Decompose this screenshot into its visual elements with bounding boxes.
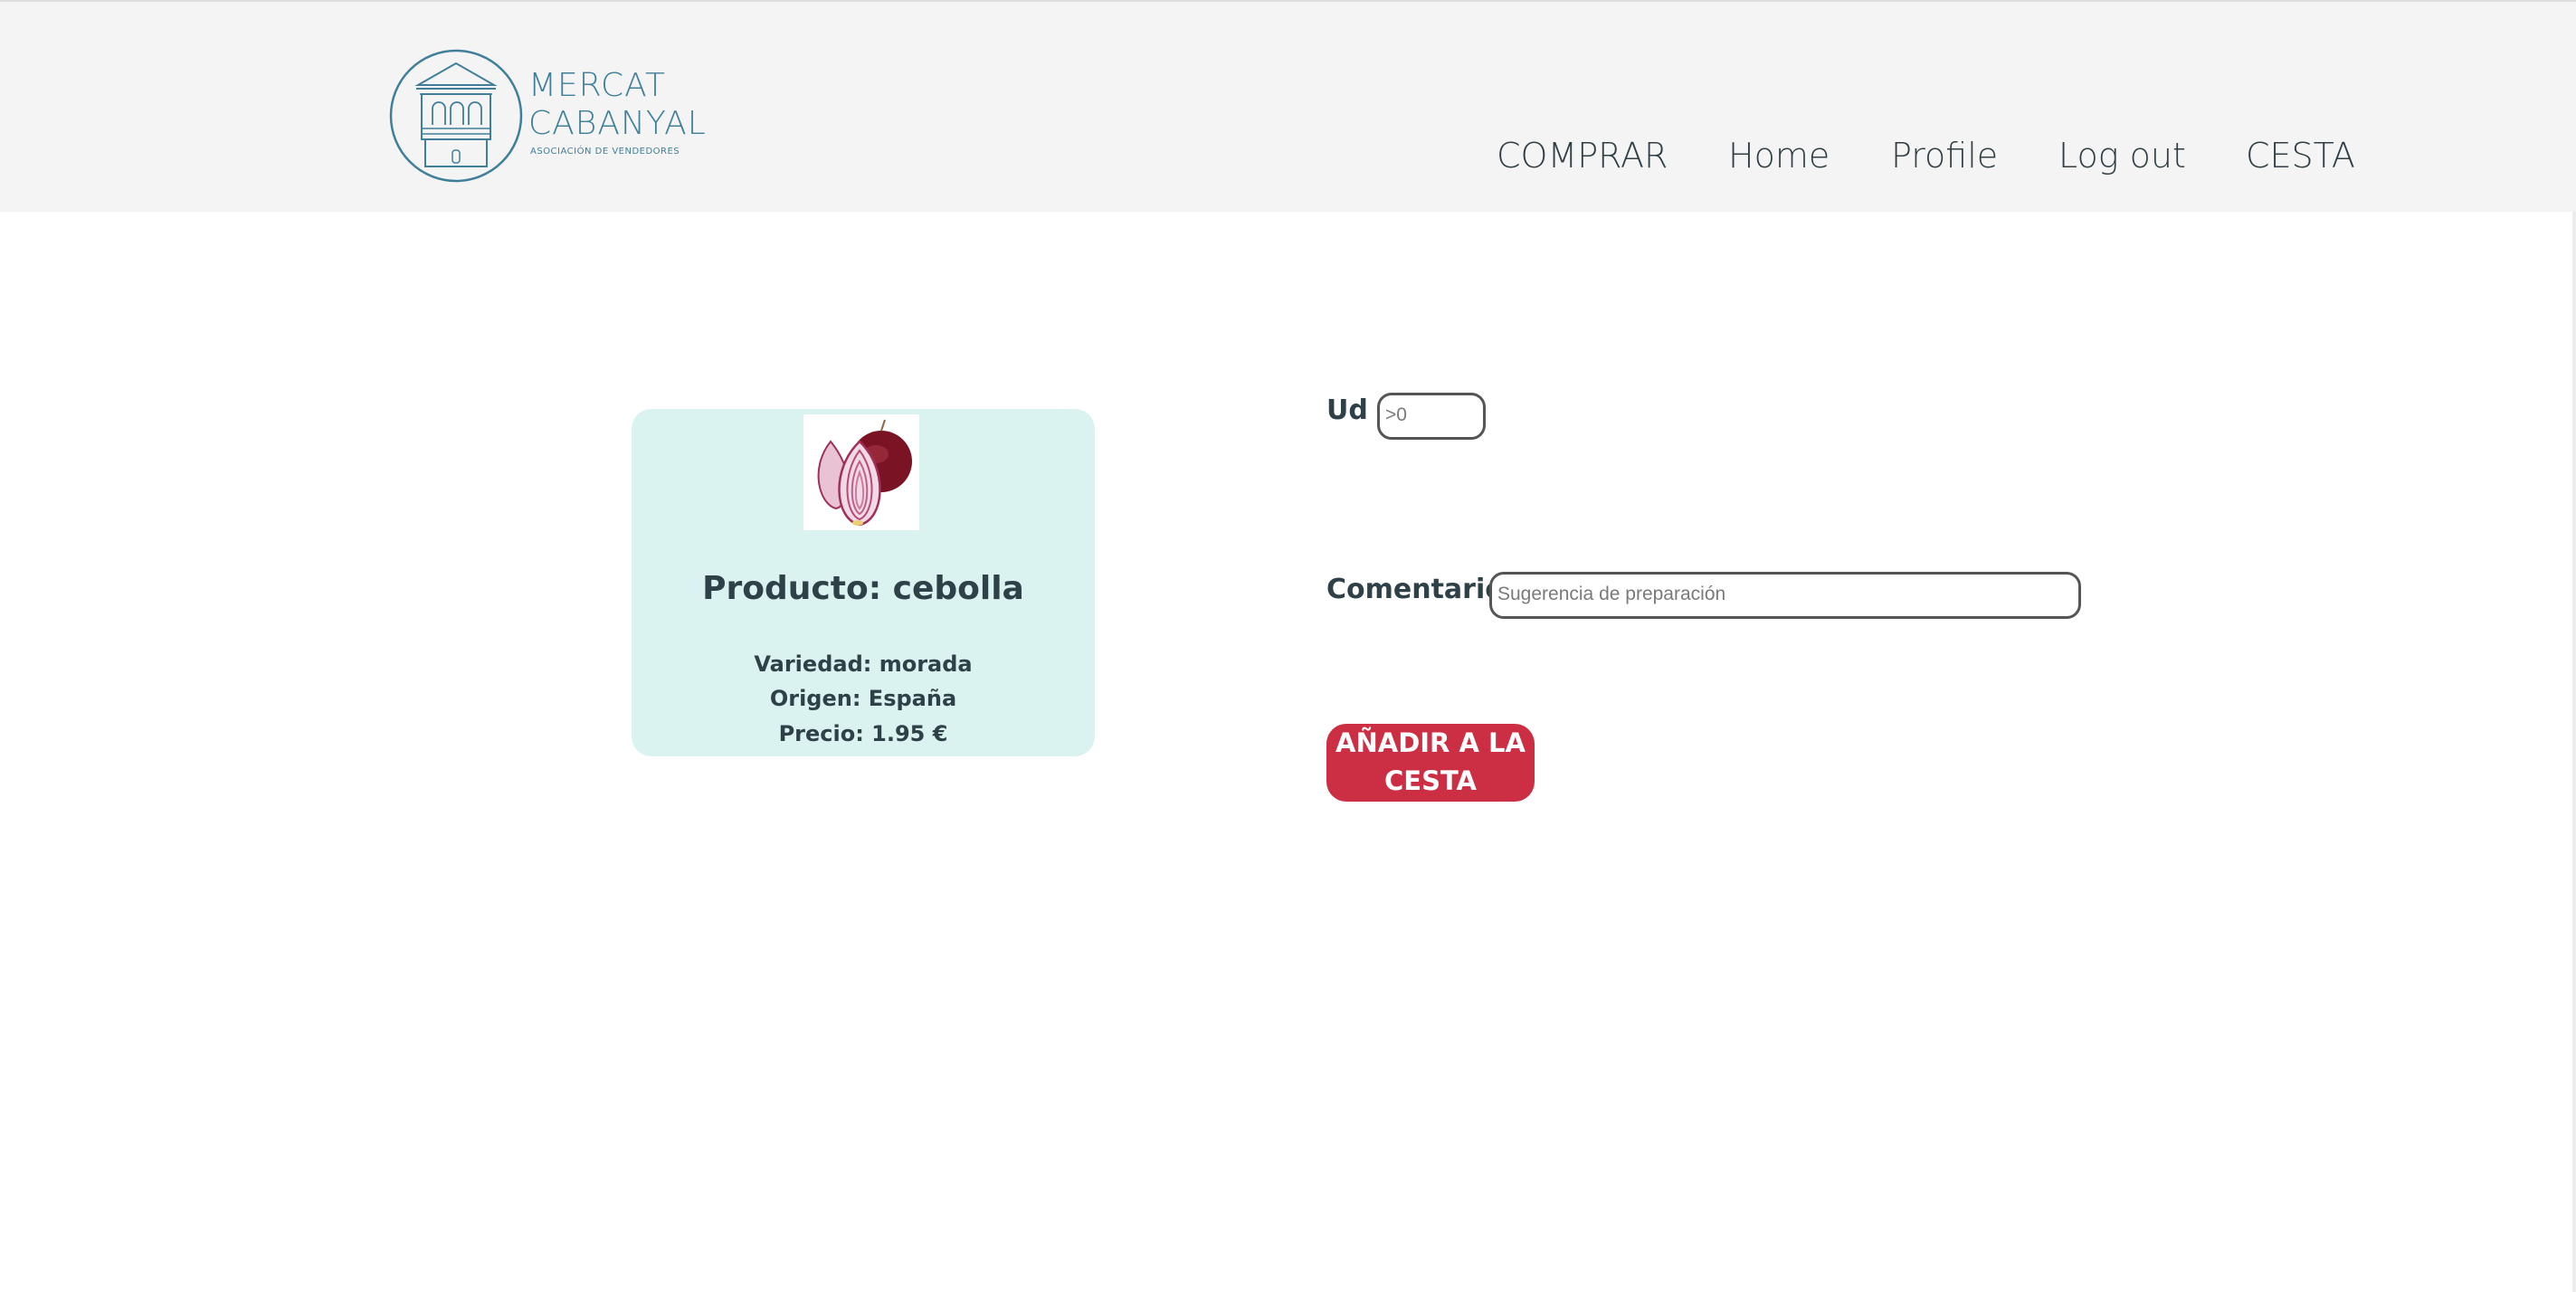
nav-home[interactable]: Home [1728, 136, 1830, 176]
nav-comprar[interactable]: COMPRAR [1497, 136, 1668, 176]
product-price: Precio: 1.95 € [778, 721, 948, 746]
add-to-basket-button[interactable]: AÑADIR A LA CESTA [1326, 724, 1535, 802]
units-input[interactable]: >0 [1377, 393, 1486, 440]
add-button-label-line2: CESTA [1384, 765, 1477, 796]
comment-input[interactable]: Sugerencia de preparación [1489, 572, 2081, 619]
page-scrollbar-edge [2572, 212, 2576, 1292]
add-button-label-line1: AÑADIR A LA [1336, 727, 1526, 758]
product-origin: Origen: España [769, 686, 957, 711]
red-onion-image [803, 414, 919, 530]
main-nav: COMPRAR Home Profile Log out CESTA [0, 136, 2576, 181]
logo-title-line1: MERCAT [528, 67, 666, 104]
product-title: Producto: cebolla [702, 570, 1024, 607]
nav-cesta[interactable]: CESTA [2246, 136, 2355, 176]
product-card: Producto: cebolla Variedad: morada Orige… [632, 409, 1095, 756]
site-header: MERCAT CABANYAL ASOCIACIÓN DE VENDEDORES… [0, 2, 2576, 212]
product-variety: Variedad: morada [754, 651, 973, 677]
nav-profile[interactable]: Profile [1891, 136, 1998, 176]
nav-logout[interactable]: Log out [2058, 136, 2186, 176]
